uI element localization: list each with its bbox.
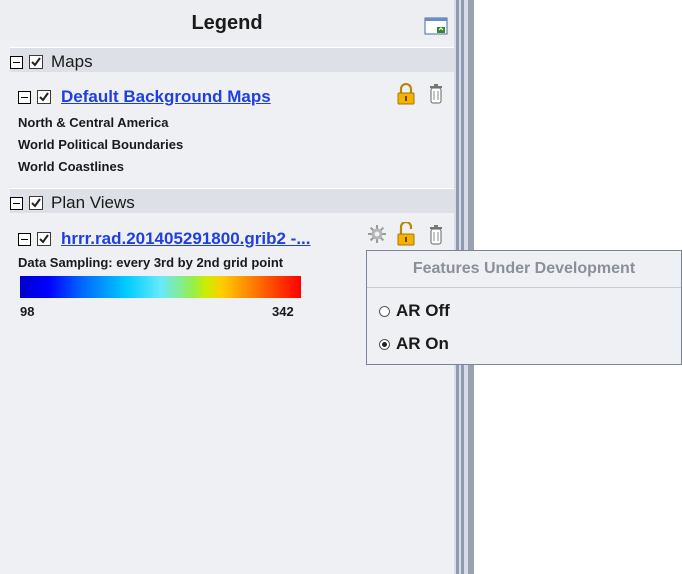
ar-on-label: AR On <box>396 334 449 353</box>
popup-separator <box>367 287 681 288</box>
features-popup-menu: Features Under Development AR Off AR On <box>366 250 682 365</box>
maps-section-label: Maps <box>51 52 93 71</box>
legend-title-bar: Legend <box>0 0 454 40</box>
colorbar-max-label: 342 <box>272 304 294 319</box>
map-item: World Coastlines <box>18 159 124 174</box>
ar-off-option[interactable]: AR Off <box>379 301 450 321</box>
plan-views-collapse-toggle[interactable] <box>10 196 23 210</box>
default-maps-checkbox[interactable] <box>37 90 51 104</box>
colorbar <box>20 276 301 298</box>
grib-layer-checkbox[interactable] <box>37 232 51 246</box>
colorbar-min-label: 98 <box>20 304 35 319</box>
default-maps-link[interactable]: Default Background Maps <box>61 87 271 107</box>
plan-views-section-label: Plan Views <box>51 193 135 212</box>
plan-views-row[interactable]: Plan Views <box>10 193 135 213</box>
ar-off-label: AR Off <box>396 301 450 320</box>
grib-layer-row[interactable]: hrrr.rad.201405291800.grib2 -... <box>18 229 311 249</box>
grib-layer-link[interactable]: hrrr.rad.201405291800.grib2 -... <box>61 229 311 249</box>
maps-row[interactable]: Maps <box>10 52 93 72</box>
ar-on-option[interactable]: AR On <box>379 334 449 354</box>
grib-layer-collapse-toggle[interactable] <box>18 232 31 246</box>
map-item: World Political Boundaries <box>18 137 184 152</box>
gear-icon[interactable] <box>367 224 387 249</box>
map-item: North & Central America <box>18 115 169 130</box>
maps-checkbox[interactable] <box>29 55 43 69</box>
legend-title: Legend <box>191 12 263 34</box>
default-maps-row[interactable]: Default Background Maps <box>18 87 271 107</box>
ar-on-radio[interactable] <box>379 338 390 350</box>
unlock-icon[interactable] <box>396 220 416 251</box>
default-maps-collapse-toggle[interactable] <box>18 90 31 104</box>
popup-header: Features Under Development <box>412 260 636 277</box>
trash-icon[interactable] <box>428 224 444 251</box>
sampling-text: Data Sampling: every 3rd by 2nd grid poi… <box>18 255 284 270</box>
ar-off-radio[interactable] <box>379 305 390 317</box>
lock-icon[interactable] <box>396 82 416 110</box>
plan-views-checkbox[interactable] <box>29 196 43 210</box>
maps-collapse-toggle[interactable] <box>10 55 23 69</box>
trash-icon[interactable] <box>428 83 444 110</box>
window-icon[interactable] <box>424 17 448 35</box>
